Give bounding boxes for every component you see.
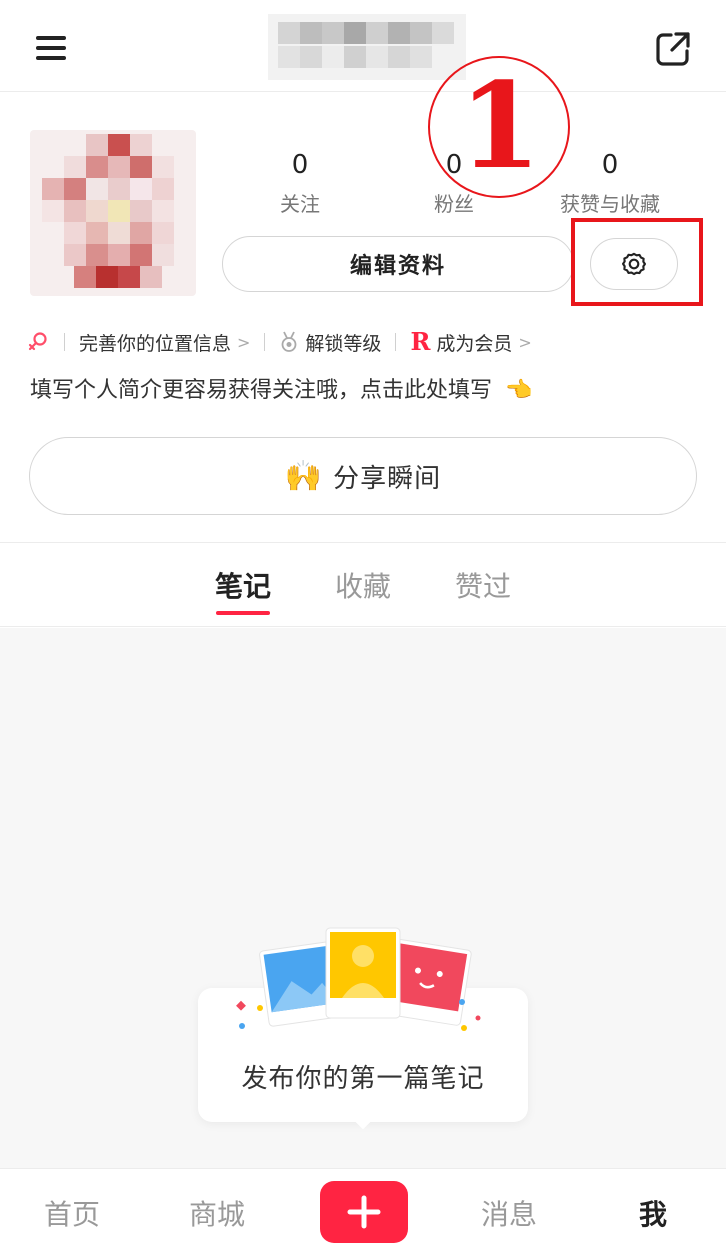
tag-separator [64, 333, 65, 351]
plus-icon [347, 1195, 381, 1229]
gear-icon [622, 252, 646, 276]
bio-prompt[interactable]: 填写个人简介更容易获得关注哦，点击此处填写 👈 [30, 372, 532, 404]
menu-button[interactable] [36, 34, 70, 62]
nav-me[interactable]: 我 [608, 1193, 698, 1233]
medal-icon [282, 331, 297, 352]
nav-messages[interactable]: 消息 [464, 1193, 554, 1233]
settings-button[interactable] [590, 238, 678, 290]
level-tag-label: 解锁等级 [305, 332, 382, 355]
nav-home[interactable]: 首页 [27, 1193, 117, 1233]
active-tab-indicator [216, 611, 270, 615]
hamburger-menu-icon [36, 56, 66, 60]
share-moment-button[interactable]: 🙌 分享瞬间 [29, 437, 697, 515]
tag-separator [395, 333, 397, 351]
member-tag-label: 成为会员 [436, 332, 513, 355]
stat-following-count: 0 [291, 150, 309, 180]
edit-profile-button[interactable]: 编辑资料 [222, 236, 574, 292]
empty-state-text: 发布你的第一篇笔记 [241, 1064, 485, 1094]
member-tag[interactable]: R 成为会员 > [410, 329, 531, 356]
tab-notes[interactable]: 笔记 [198, 565, 288, 605]
chevron-right-icon: > [518, 332, 532, 352]
publish-button[interactable] [320, 1181, 408, 1243]
stat-followers-count: 0 [445, 150, 463, 180]
gender-tag[interactable] [26, 330, 50, 354]
avatar[interactable] [30, 130, 196, 296]
chevron-right-icon: > [237, 332, 251, 352]
photo-cards-illustration [236, 927, 481, 1031]
profile-tag-row: 完善你的位置信息 > 解锁等级 R 成为会员 > [26, 326, 532, 358]
share-external-icon [656, 32, 690, 66]
content-tabs: 笔记 收藏 赞过 [0, 543, 726, 627]
stat-followers-label: 粉丝 [434, 192, 474, 216]
hamburger-menu-icon [36, 36, 66, 40]
share-button[interactable] [654, 30, 692, 68]
top-bar [0, 0, 726, 92]
raising-hands-icon: 🙌 [284, 458, 324, 494]
stat-following-label: 关注 [280, 192, 320, 216]
tab-liked[interactable]: 赞过 [438, 565, 528, 605]
location-tag[interactable]: 完善你的位置信息 > [79, 329, 250, 356]
stat-likes-collects[interactable]: 0 获赞与收藏 [540, 148, 680, 217]
gender-female-icon [28, 332, 47, 351]
obscured-username [268, 14, 466, 80]
stat-following[interactable]: 0 关注 [230, 148, 370, 217]
location-tag-label: 完善你的位置信息 [79, 332, 232, 355]
tag-separator [264, 333, 266, 351]
share-moment-label: 分享瞬间 [333, 463, 442, 494]
bottom-nav: 首页 商城 消息 我 [0, 1168, 726, 1254]
nav-mall[interactable]: 商城 [172, 1193, 262, 1233]
level-tag[interactable]: 解锁等级 [279, 329, 381, 356]
tab-collections[interactable]: 收藏 [318, 565, 408, 605]
stat-likes-label: 获赞与收藏 [560, 192, 660, 216]
bio-text: 填写个人简介更容易获得关注哦，点击此处填写 [30, 378, 493, 403]
hamburger-menu-icon [36, 46, 66, 50]
stat-followers[interactable]: 0 粉丝 [384, 148, 524, 217]
empty-state-card-tail [352, 1120, 374, 1136]
member-r-icon: R [410, 327, 431, 356]
pointing-hand-icon: 👈 [505, 378, 533, 403]
stat-likes-count: 0 [601, 150, 619, 180]
